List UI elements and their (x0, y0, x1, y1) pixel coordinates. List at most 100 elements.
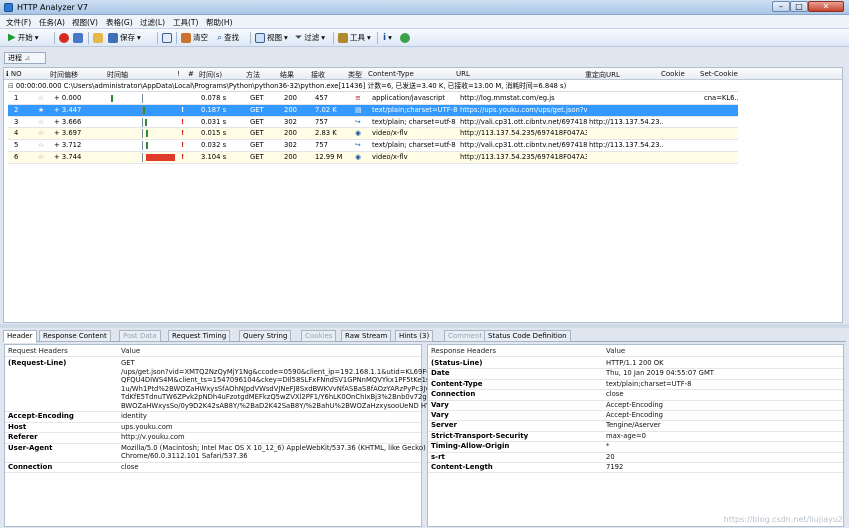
star-icon[interactable]: ☆ (38, 93, 44, 104)
star-icon[interactable]: ☆ (38, 117, 44, 128)
duration: 0.031 s (201, 117, 227, 126)
tab-cookies[interactable]: Cookies (301, 330, 337, 342)
column-header-set-cookie[interactable]: Set-Cookie (700, 70, 738, 78)
menu-grid[interactable]: 表格(G) (106, 17, 133, 28)
duration: 3.104 s (201, 153, 227, 161)
menu-help[interactable]: 帮助(H) (206, 17, 233, 28)
row-divider (5, 461, 421, 463)
star-icon[interactable]: ★ (38, 105, 44, 116)
column-header-method[interactable]: 方法 (246, 70, 260, 80)
column-header-no[interactable]: ℹ NO (6, 70, 22, 78)
warning-icon: ! (181, 105, 185, 114)
maximize-button[interactable]: □ (790, 1, 808, 12)
plugin-button[interactable] (400, 31, 410, 45)
column-header-cookie[interactable]: Cookie (661, 70, 685, 78)
column-header-hash[interactable]: # (188, 70, 194, 78)
request-url: http://113.137.54.235/697418F047A3F7... (460, 129, 587, 138)
row-number: 2 (14, 105, 19, 114)
column-header-content-type[interactable]: Content-Type (368, 70, 414, 78)
response-header-name: Content-Length (431, 463, 493, 471)
status-code: 302 (284, 141, 297, 150)
star-icon[interactable]: ☆ (38, 152, 44, 163)
collapse-icon[interactable]: ⊟ (8, 82, 14, 90)
tab-comment[interactable]: Comment (444, 330, 487, 342)
request-header-value: http://v.youku.com (121, 433, 185, 442)
column-header-warning[interactable]: ! (177, 70, 180, 78)
info-button[interactable]: i ▾ (383, 31, 392, 45)
received-size: 12.99 M (315, 153, 343, 161)
request-header-name: Referer (8, 433, 38, 442)
save-button[interactable]: 保存 ▾ (108, 31, 141, 45)
row-number: 5 (14, 141, 19, 150)
detail-tabs: Header Response Content Post Data Request T… (3, 330, 846, 343)
filter-button[interactable]: ⏷ 过滤 ▾ (295, 31, 325, 45)
pause-button[interactable] (73, 31, 83, 45)
column-header-received[interactable]: 接收 (311, 70, 325, 80)
column-header-time[interactable]: 时间(s) (199, 70, 222, 80)
menu-tools[interactable]: 工具(T) (173, 17, 198, 28)
tab-request-timing[interactable]: Request Timing (168, 330, 231, 342)
tools-button[interactable]: 工具 ▾ (338, 31, 371, 45)
chevron-down-icon: ▾ (34, 33, 39, 42)
tools-icon (338, 33, 348, 43)
response-header-value: 20 (606, 452, 615, 461)
column-header-offset[interactable]: 时间偏移 (50, 70, 78, 80)
table-row[interactable]: 3 ☆ + 3.666! 0.031 s GET 302 757 ↪ text/plain; c… (8, 117, 738, 129)
toolbar-separator (377, 32, 378, 44)
star-icon[interactable]: ☆ (38, 128, 44, 139)
column-header-redirect-url[interactable]: 重定向URL (585, 70, 620, 80)
toolbar-separator (88, 32, 89, 44)
column-header-url[interactable]: URL (456, 70, 470, 78)
tab-response-content[interactable]: Response Content (39, 330, 111, 342)
table-row[interactable]: 4 ☆ + 3.697! 0.015 s GET 200 2.83 K ◉ video/x-fl… (8, 128, 738, 141)
process-summary-row[interactable]: ⊟ 00:00:00.000 C:\Users\administrator\Ap… (8, 81, 738, 92)
menu-view[interactable]: 视图(V) (72, 17, 98, 28)
request-header-value: ups.youku.com (121, 422, 173, 431)
table-row[interactable]: 2 ★ + 3.447! 0.187 s GET 200 7.02 K ▤ text/plain… (8, 104, 738, 117)
table-row[interactable]: 5 ☆ + 3.712! 0.032 s GET 302 757 ↪ text/plain; c… (8, 140, 738, 152)
panel-splitter[interactable] (0, 324, 849, 328)
request-header-value: Chrome/60.0.3112.101 Safari/537.36 (121, 452, 248, 461)
session-grid: ℹ NO 时间偏移 时间轴 ! # 时间(s) 方法 结果 接收 类型 Cont… (3, 67, 843, 323)
star-icon[interactable]: ☆ (38, 140, 44, 151)
table-row[interactable]: 1 ☆ + 0.000 0.078 s GET 200 457 ≡ application/ja… (8, 93, 738, 105)
response-header-name: Strict-Transport-Security (431, 431, 529, 440)
start-button[interactable]: ▶ 开始 ▾ (8, 31, 38, 45)
view-icon (255, 33, 265, 43)
menu-file[interactable]: 文件(F) (6, 17, 31, 28)
tab-status-code-definition[interactable]: Status Code Definition (484, 330, 571, 342)
request-header-name: Host (8, 422, 27, 431)
tab-hints-3[interactable]: Hints (3) (395, 330, 434, 342)
clear-button[interactable]: 清空 (181, 31, 208, 45)
open-button[interactable] (93, 31, 103, 45)
response-header-value: text/plain;charset=UTF-8 (606, 379, 692, 388)
table-row[interactable]: 6 ☆ + 3.744! 3.104 s GET 200 12.99 M ◉ video/x-f… (8, 152, 738, 164)
menu-filter[interactable]: 过滤(L) (140, 17, 165, 28)
tab-progress[interactable]: 进程 ⊿ (4, 52, 46, 64)
request-url: http://vali.cp31.ott.cibntv.net/697418F0… (460, 141, 587, 150)
stop-button[interactable] (59, 31, 69, 45)
timeline-marker (142, 94, 143, 103)
find-button[interactable]: ⌕ 查找 (217, 31, 239, 45)
minimize-button[interactable]: – (772, 1, 790, 12)
view-button[interactable]: 视图 ▾ (255, 31, 288, 45)
menu-task[interactable]: 任务(A) (39, 17, 65, 28)
close-button[interactable]: ✕ (808, 1, 844, 12)
tab-query-string[interactable]: Query String (239, 330, 292, 342)
column-header-timeline[interactable]: 时间轴 (107, 70, 128, 80)
fit-button[interactable] (162, 31, 172, 45)
column-header-type[interactable]: 类型 (348, 70, 362, 80)
tab-header[interactable]: Header (3, 330, 37, 343)
tab-raw-stream[interactable]: Raw Stream (341, 330, 392, 342)
menu-bar: 文件(F) 任务(A) 视图(V) 表格(G) 过滤(L) 工具(T) 帮助(H… (0, 15, 849, 29)
watermark: https://blog.csdn.net/liujiayu2 (723, 515, 843, 524)
received-size: 757 (315, 141, 328, 150)
column-header-result[interactable]: 结果 (280, 70, 294, 80)
warning-icon: ! (181, 153, 185, 161)
tab-post-data[interactable]: Post Data (119, 330, 161, 342)
chevron-down-icon: ▾ (388, 33, 392, 42)
row-number: 4 (14, 129, 19, 138)
pause-icon (73, 33, 83, 43)
row-number: 1 (14, 94, 19, 102)
funnel-icon: ⏷ (295, 33, 303, 43)
